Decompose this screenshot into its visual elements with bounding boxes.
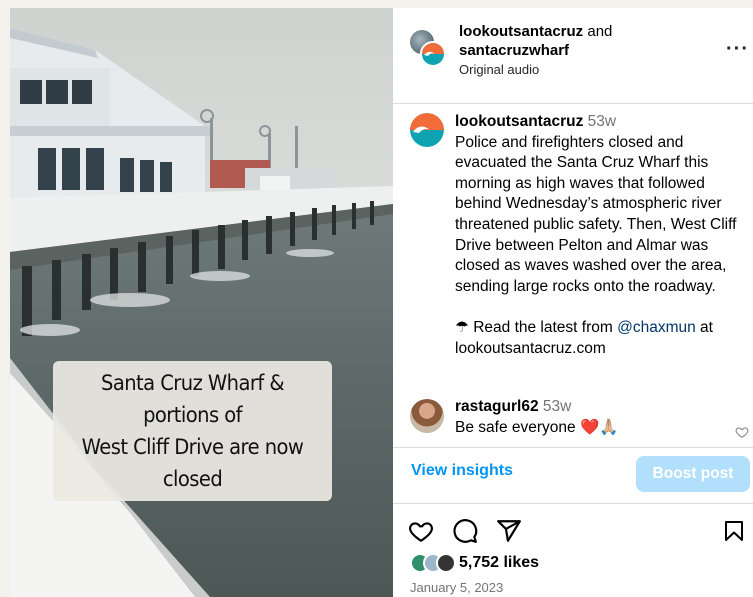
comment-like-heart-icon[interactable] <box>735 425 749 439</box>
boost-post-button[interactable]: Boost post <box>636 456 750 492</box>
post-media[interactable]: Santa Cruz Wharf & portions of West Clif… <box>10 8 393 597</box>
likes-count[interactable]: 5,752 likes <box>459 554 539 572</box>
post-header: lookoutsantacruz and santacruzwharf Orig… <box>393 8 753 104</box>
collab-avatars[interactable] <box>410 30 446 67</box>
author-avatar[interactable] <box>420 41 446 67</box>
post-actions: 5,752 likes January 5, 2023 <box>393 504 753 597</box>
send-icon[interactable] <box>496 518 522 544</box>
comments-section[interactable]: lookoutsantacruz 53w Police and firefigh… <box>393 105 753 447</box>
post-authors: lookoutsantacruz and santacruzwharf <box>459 22 612 60</box>
audio-label[interactable]: Original audio <box>459 62 539 77</box>
reply-age: 53w <box>542 398 572 415</box>
caption-comment: lookoutsantacruz 53w Police and firefigh… <box>455 112 747 360</box>
comment-icon[interactable] <box>452 518 478 544</box>
author-connector: and <box>587 23 613 40</box>
caption-author-avatar[interactable] <box>410 113 444 147</box>
more-icon[interactable]: ··· <box>726 38 749 61</box>
reply-username[interactable]: rastagurl62 <box>455 398 539 415</box>
lookout-logo-icon <box>422 43 444 65</box>
collaborator-username[interactable]: santacruzwharf <box>459 42 569 59</box>
insights-bar: View insights Boost post <box>393 447 753 504</box>
caption-body: Police and firefighters closed and evacu… <box>455 133 737 295</box>
view-insights-link[interactable]: View insights <box>411 462 513 480</box>
bookmark-icon[interactable] <box>722 518 746 544</box>
caption-age: 53w <box>587 113 617 130</box>
reply-avatar[interactable] <box>410 399 444 433</box>
wharf-video-frame <box>10 8 393 597</box>
liker-avatar <box>436 553 456 573</box>
media-caption: Santa Cruz Wharf & portions of West Clif… <box>53 361 332 501</box>
caption-mention-link[interactable]: @chaxmun <box>617 319 696 336</box>
post-side-panel: lookoutsantacruz and santacruzwharf Orig… <box>393 8 753 597</box>
reply-comment: rastagurl62 53w Be safe everyone ❤️🙏🏼 <box>455 397 747 438</box>
caption-read-prefix: ☂ Read the latest from <box>455 319 613 337</box>
media-caption-line2: West Cliff Drive are now closed <box>81 435 304 491</box>
reply-emoji: ❤️🙏🏼 <box>579 418 619 436</box>
post-dialog: Santa Cruz Wharf & portions of West Clif… <box>10 8 753 597</box>
heart-icon[interactable] <box>408 518 434 544</box>
media-caption-line1: Santa Cruz Wharf & portions of <box>100 371 285 427</box>
author-username[interactable]: lookoutsantacruz <box>459 23 583 40</box>
reply-body: Be safe everyone <box>455 418 576 436</box>
caption-username[interactable]: lookoutsantacruz <box>455 113 583 130</box>
post-date: January 5, 2023 <box>410 580 504 595</box>
